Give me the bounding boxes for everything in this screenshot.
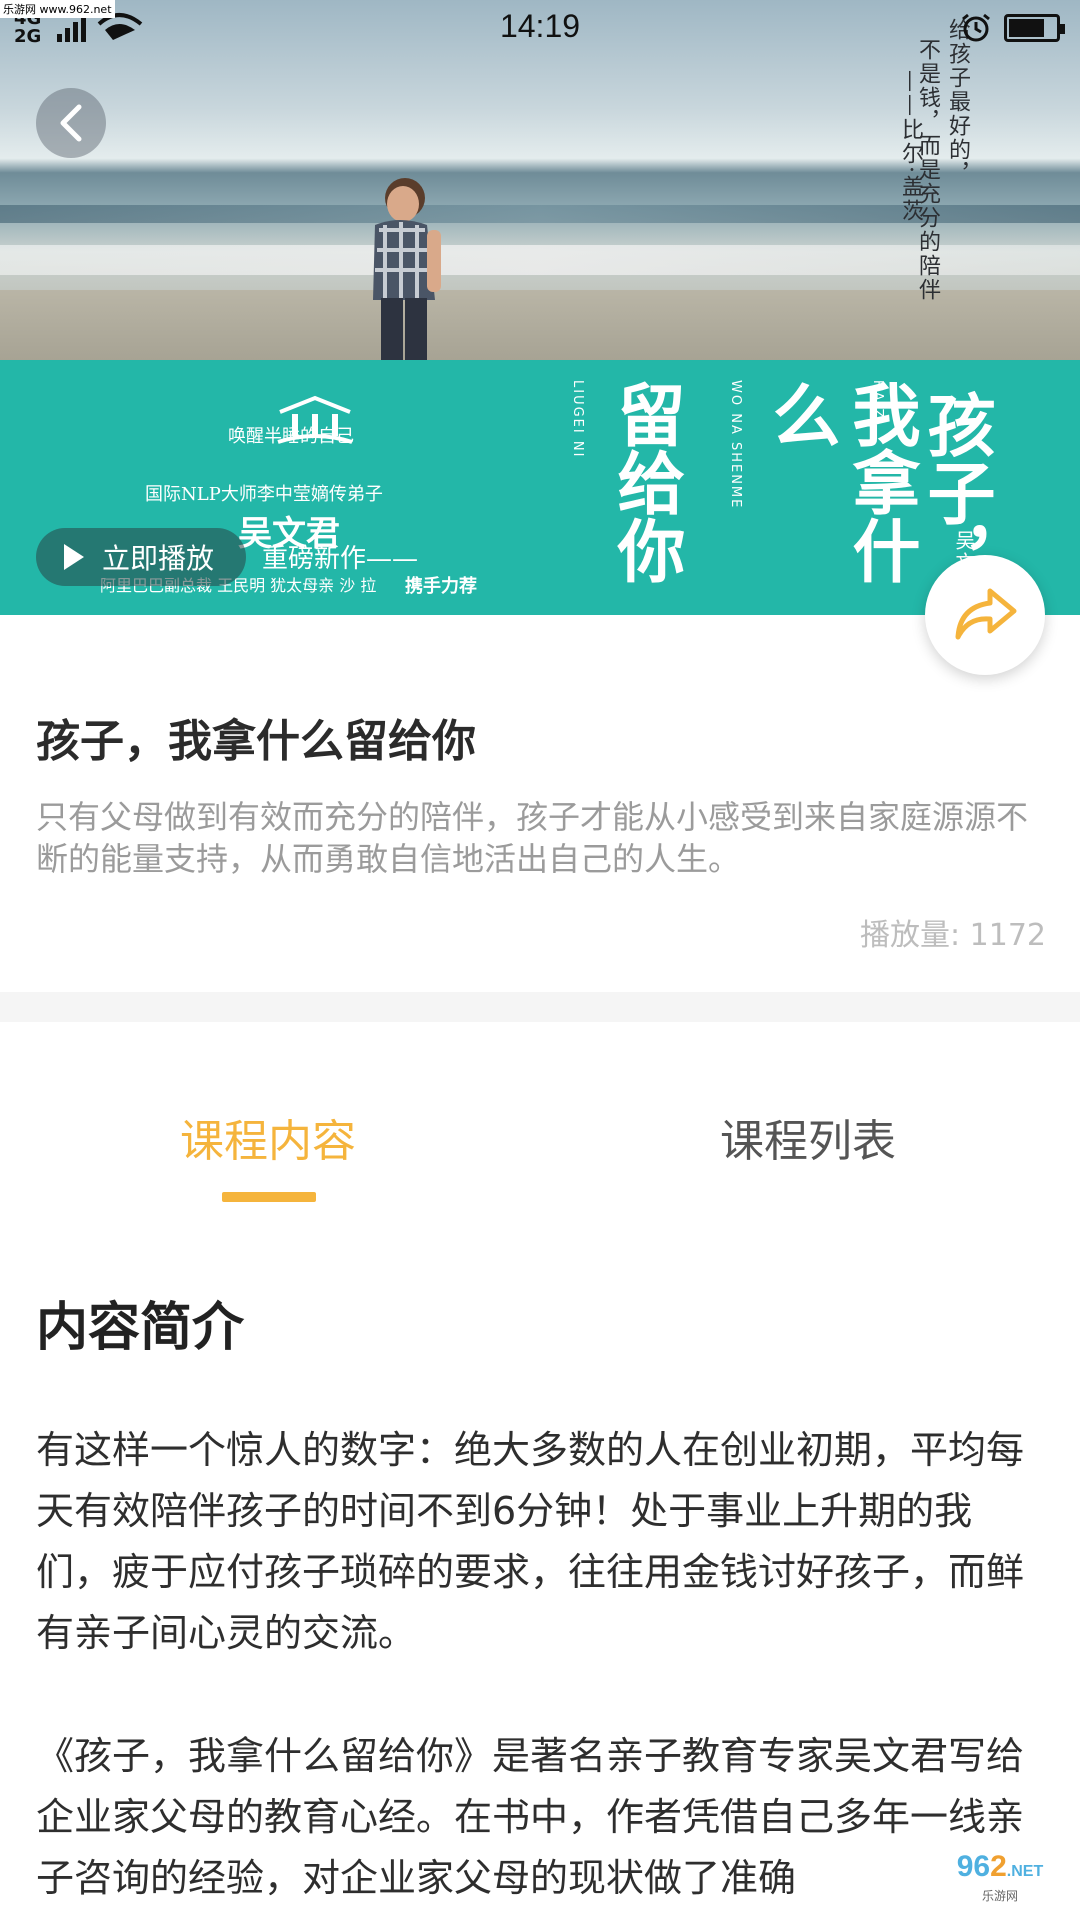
- battery-icon: [1004, 14, 1065, 42]
- watermark-top: 乐游网 www.962.net: [0, 0, 115, 18]
- intro-paragraph-1: 有这样一个惊人的数字：绝大多数的人在创业初期，平均每天有效陪伴孩子的时间不到6分…: [36, 1428, 1025, 1655]
- banner-work: 重磅新作——: [262, 544, 419, 574]
- play-now-label: 立即播放: [102, 542, 215, 575]
- tab-course-content[interactable]: 课程内容: [180, 1105, 356, 1169]
- status-time: 14:19: [499, 8, 581, 44]
- back-button[interactable]: [36, 88, 106, 158]
- banner-pinyin-2: WO NA SHENME: [728, 380, 743, 510]
- tab-active-indicator: [222, 1192, 316, 1202]
- chevron-left-icon: [60, 104, 82, 142]
- course-title: 孩子，我拿什么留给你: [36, 716, 476, 767]
- intro-paragraph-2: 《孩子，我拿什么留给你》是著名亲子教育专家吴文君写给企业家父母的教育心经。在书中…: [36, 1734, 1025, 1900]
- section-divider: [0, 992, 1080, 1022]
- share-button[interactable]: [925, 555, 1045, 675]
- play-now-button[interactable]: 立即播放: [36, 528, 246, 586]
- banner-title-2: 我拿什么: [760, 380, 920, 584]
- watermark-logo: 962.NET 乐游网: [930, 1850, 1070, 1906]
- status-bar: 4G 2G 14:19: [0, 0, 1080, 56]
- banner-title-3: 留给你: [605, 380, 685, 584]
- tab-course-list[interactable]: 课程列表: [720, 1105, 896, 1169]
- alarm-icon: [962, 13, 990, 42]
- banner-recommend: 携手力荐: [405, 576, 477, 597]
- hero-cover: 给孩子最好的， 不是钱，而是充分的陪伴 ——比尔·盖茨 孩子， 我拿什么 留给你…: [0, 0, 1080, 615]
- share-arrow-icon: [955, 588, 1017, 640]
- play-icon: [64, 544, 84, 570]
- banner-subtitle: 国际NLP大师李中莹嫡传弟子: [145, 484, 383, 505]
- banner-pinyin-1: HAIZI: [870, 380, 885, 426]
- boy-figure: [373, 178, 441, 364]
- course-description: 只有父母做到有效而充分的陪伴，孩子才能从小感受到来自家庭源源不断的能量支持，从而…: [36, 798, 1029, 878]
- play-count: 播放量: 1172: [860, 918, 1046, 953]
- cover-quote-author: ——比尔·盖茨: [898, 70, 923, 223]
- banner-pinyin-3: LIUGEI NI: [570, 380, 585, 459]
- banner-brand: 唤醒半睡的自己: [228, 426, 354, 447]
- section-title: 内容简介: [36, 1298, 245, 1358]
